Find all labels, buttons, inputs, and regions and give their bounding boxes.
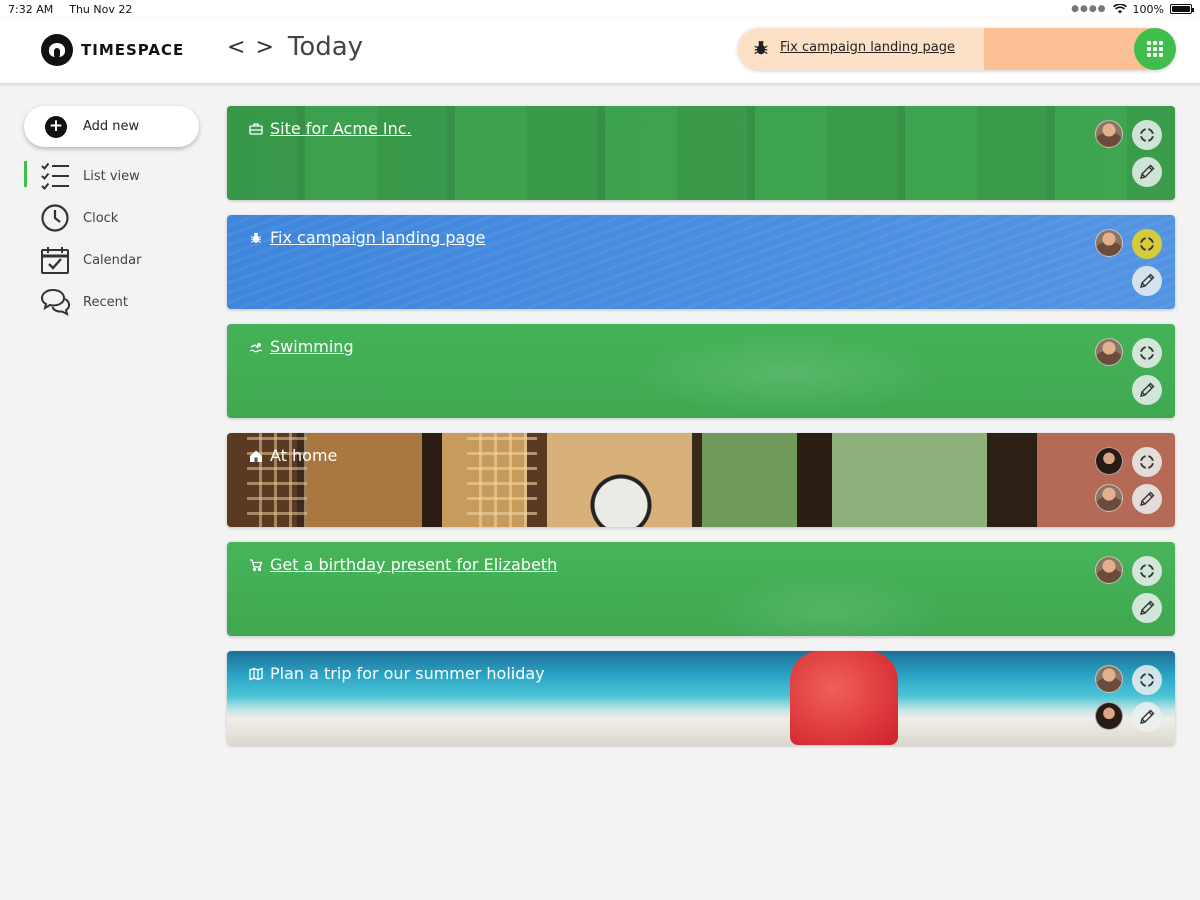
avatar [1095, 447, 1123, 475]
bug-icon [250, 232, 262, 243]
sidebar-item-clock[interactable]: Clock [24, 199, 199, 237]
page-title: Today [287, 32, 364, 62]
clock-icon [41, 204, 69, 232]
map-icon [249, 667, 263, 680]
pencil-icon [1140, 382, 1155, 397]
task-card-summer-trip[interactable]: Plan a trip for our summer holiday [227, 651, 1175, 745]
logo-text: TIMESPACE [81, 41, 185, 59]
timer-target-icon [1139, 236, 1155, 252]
pencil-icon [1140, 164, 1155, 179]
grid-menu-icon [1147, 41, 1163, 57]
plus-circle-icon: + [45, 115, 67, 138]
swimmer-icon [249, 342, 263, 352]
add-new-button[interactable]: + Add new [24, 106, 199, 147]
wifi-icon [1112, 4, 1127, 14]
sidebar-item-label: List view [83, 168, 140, 184]
app-header: TIMESPACE < > Today Fix campaign landing… [0, 18, 1200, 84]
task-title-text[interactable]: Plan a trip for our summer holiday [270, 664, 545, 683]
status-date: Thu Nov 22 [69, 2, 133, 16]
sidebar-item-calendar[interactable]: Calendar [24, 241, 199, 279]
edit-task-button[interactable] [1132, 157, 1162, 187]
start-timer-button[interactable] [1132, 447, 1162, 477]
task-title-text[interactable]: Fix campaign landing page [270, 228, 485, 247]
task-title[interactable]: Fix campaign landing page [249, 228, 485, 247]
task-card-swimming[interactable]: Swimming [227, 324, 1175, 418]
task-title-text[interactable]: At home [270, 446, 337, 465]
sidebar-item-label: Clock [83, 210, 119, 226]
battery-icon [1170, 4, 1194, 14]
avatar [1095, 120, 1123, 148]
task-title[interactable]: At home [249, 446, 337, 465]
sidebar-item-recent[interactable]: Recent [24, 283, 199, 321]
signal-dots-icon: ●●●● [1071, 4, 1107, 14]
next-day-button[interactable]: > [255, 35, 273, 60]
task-card-site-for-acme[interactable]: Site for Acme Inc. [227, 106, 1175, 200]
list-view-icon [41, 162, 69, 190]
bug-icon [754, 40, 768, 55]
status-right: ●●●● 100% [1071, 2, 1194, 16]
timespace-logo-icon [41, 34, 73, 66]
calendar-icon [41, 247, 69, 274]
sidebar-item-label: Recent [83, 294, 128, 310]
task-title[interactable]: Get a birthday present for Elizabeth [249, 555, 557, 574]
task-card-birthday-present[interactable]: Get a birthday present for Elizabeth [227, 542, 1175, 636]
pencil-icon [1140, 600, 1155, 615]
briefcase-icon [249, 122, 263, 135]
app-logo[interactable]: TIMESPACE [41, 34, 184, 66]
status-bar: 7:32 AM Thu Nov 22 ●●●● 100% [0, 0, 1200, 18]
edit-task-button[interactable] [1132, 702, 1162, 732]
cart-icon [250, 558, 263, 571]
timer-target-icon [1139, 672, 1155, 688]
start-timer-button[interactable] [1132, 120, 1162, 150]
task-card-at-home[interactable]: At home [227, 433, 1175, 527]
timer-target-icon [1139, 454, 1155, 470]
task-title[interactable]: Site for Acme Inc. [249, 119, 412, 138]
timer-target-icon [1139, 563, 1155, 579]
drink-decoration [790, 651, 898, 745]
home-icon [250, 450, 262, 462]
avatar [1095, 229, 1123, 257]
sidebar-item-label: Calendar [83, 252, 142, 268]
task-title[interactable]: Swimming [249, 337, 354, 356]
date-navigation: < > Today [227, 32, 363, 62]
active-timer-task-link[interactable]: Fix campaign landing page [780, 40, 955, 55]
active-timer-button[interactable] [1132, 229, 1162, 259]
pencil-icon [1140, 491, 1155, 506]
sidebar-item-list-view[interactable]: List view [24, 157, 199, 195]
start-timer-button[interactable] [1132, 556, 1162, 586]
avatar [1095, 702, 1123, 730]
prev-day-button[interactable]: < [227, 35, 245, 60]
battery-percent: 100% [1132, 2, 1164, 16]
lattice-decoration [467, 433, 537, 527]
edit-task-button[interactable] [1132, 484, 1162, 514]
timer-target-icon [1139, 345, 1155, 361]
edit-task-button[interactable] [1132, 266, 1162, 296]
timer-target-icon [1139, 127, 1155, 143]
start-timer-button[interactable] [1132, 338, 1162, 368]
task-title-text[interactable]: Swimming [270, 337, 354, 356]
avatar [1095, 484, 1123, 512]
card-background [227, 433, 1175, 527]
active-indicator [24, 161, 27, 187]
edit-task-button[interactable] [1132, 375, 1162, 405]
add-new-label: Add new [83, 119, 140, 134]
status-time: 7:32 AM [8, 2, 54, 16]
task-title[interactable]: Plan a trip for our summer holiday [249, 664, 545, 683]
chat-bubbles-icon [40, 288, 70, 316]
pencil-icon [1140, 273, 1155, 288]
active-timer-pill[interactable]: Fix campaign landing page [738, 28, 1176, 70]
task-title-text[interactable]: Site for Acme Inc. [270, 119, 412, 138]
avatar [1095, 665, 1123, 693]
task-title-text[interactable]: Get a birthday present for Elizabeth [270, 555, 557, 574]
apps-menu-button[interactable] [1134, 28, 1176, 70]
pencil-icon [1140, 709, 1155, 724]
edit-task-button[interactable] [1132, 593, 1162, 623]
avatar [1095, 338, 1123, 366]
task-card-fix-campaign[interactable]: Fix campaign landing page [227, 215, 1175, 309]
card-background [227, 324, 1175, 418]
start-timer-button[interactable] [1132, 665, 1162, 695]
avatar [1095, 556, 1123, 584]
